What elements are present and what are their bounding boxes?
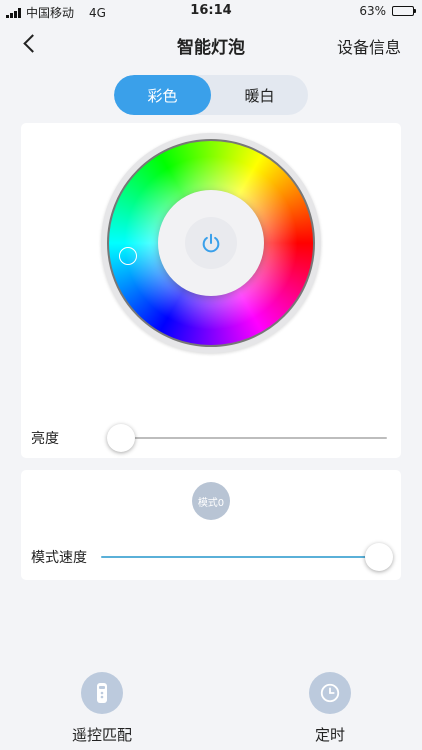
- battery-percent: 63%: [359, 4, 386, 18]
- power-button[interactable]: [158, 190, 264, 296]
- brightness-row: 亮度: [31, 423, 387, 453]
- mode-button[interactable]: 模式0: [192, 482, 230, 520]
- navigation-bar: 智能灯泡 设备信息: [0, 26, 422, 62]
- mode-speed-label: 模式速度: [31, 550, 87, 566]
- tab-warm-white[interactable]: 暖白: [211, 75, 308, 115]
- brightness-label: 亮度: [31, 431, 59, 447]
- status-right: 63%: [359, 4, 416, 18]
- mode-segment-control: 彩色 暖白: [114, 75, 308, 115]
- remote-control-icon: [81, 672, 123, 714]
- remote-pair-label: 遥控匹配: [71, 726, 132, 744]
- brightness-slider-thumb[interactable]: [107, 424, 135, 452]
- timer-label: 定时: [314, 726, 345, 744]
- timer-button[interactable]: 定时: [280, 672, 380, 745]
- mode-speed-row: 模式速度: [31, 542, 393, 572]
- power-icon: [202, 233, 220, 253]
- color-wheel[interactable]: [101, 133, 321, 353]
- battery-icon: [392, 6, 416, 16]
- brightness-track[interactable]: [121, 437, 387, 439]
- status-bar: 中国移动 4G 16:14 63%: [0, 0, 422, 22]
- remote-pair-button[interactable]: 遥控匹配: [52, 672, 152, 745]
- mode-speed-slider-thumb[interactable]: [365, 543, 393, 571]
- color-card: 亮度: [21, 123, 401, 458]
- mode-card: 模式0 模式速度: [21, 470, 401, 580]
- tab-color[interactable]: 彩色: [114, 75, 211, 115]
- mode-speed-track[interactable]: [101, 556, 379, 558]
- color-selector-handle[interactable]: [119, 247, 137, 265]
- clock-icon: [309, 672, 351, 714]
- device-info-button[interactable]: 设备信息: [337, 34, 401, 58]
